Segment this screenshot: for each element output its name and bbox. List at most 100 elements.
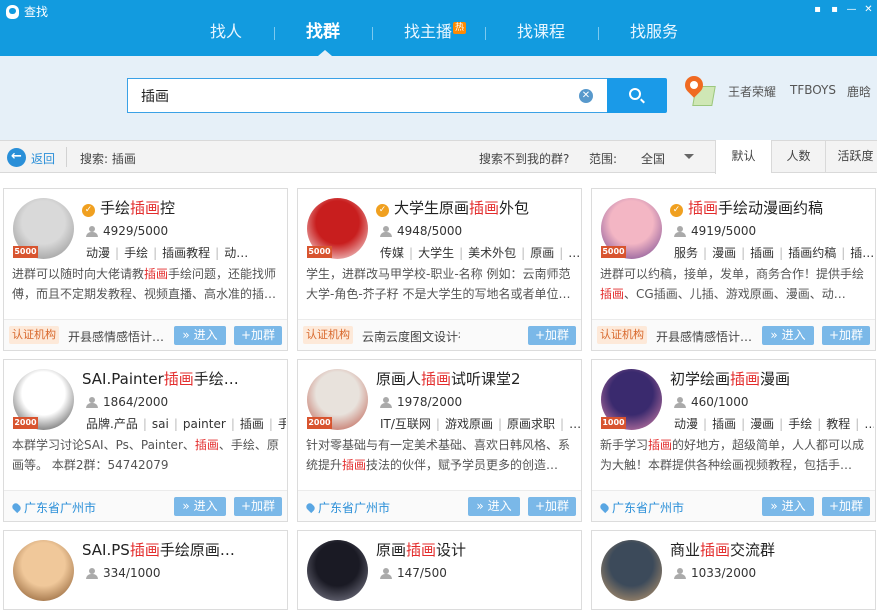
group-card[interactable]: 5000 ✓ 插画手绘动漫画约稿 4919/5000 服务 | 漫画 | 插画 | 插画约稿 |… [591, 188, 876, 351]
member-count-text: 1864/2000 [103, 395, 169, 409]
enter-group-button[interactable]: » 进入 [174, 497, 226, 516]
group-tag[interactable]: 漫画 [712, 246, 736, 260]
group-tag[interactable]: 手… [278, 417, 286, 431]
sort-activity-tab[interactable]: 活跃度 [825, 140, 877, 173]
group-tag[interactable]: 插画 [240, 417, 264, 431]
join-group-button[interactable]: +加群 [528, 497, 576, 516]
group-title[interactable]: 原画插画设计 [376, 539, 576, 560]
group-card[interactable]: 1000 初学绘画插画漫画 460/1000 动漫|插画|漫画|手绘|教程|… … [591, 359, 876, 522]
group-title[interactable]: ✓ 手绘插画控 [82, 197, 282, 218]
group-title[interactable]: ✓ 插画手绘动漫画约稿 [670, 197, 870, 218]
tab-find-people[interactable]: 找人 [210, 18, 242, 48]
group-tag[interactable]: 服务 [674, 246, 698, 260]
group-card[interactable]: 商业插画交流群 1033/2000 [591, 530, 876, 610]
group-card[interactable]: 原画插画设计 147/500 [297, 530, 582, 610]
group-card[interactable]: SAI.PS插画手绘原画… 334/1000 [3, 530, 288, 610]
enter-group-button[interactable]: » 进入 [762, 326, 814, 345]
back-arrow-icon[interactable]: ← [7, 148, 26, 167]
group-card[interactable]: 5000 ✓ 手绘插画控 4929/5000 动漫 | 手绘 | 插画教程 | 动… 进群可以… [3, 188, 288, 351]
group-tag[interactable]: 插画约稿 [788, 246, 836, 260]
group-tag[interactable]: … [864, 417, 874, 431]
hot-word-link[interactable]: TFBOYS [790, 83, 836, 97]
org-name[interactable]: 开县感情感悟计… [68, 328, 166, 345]
group-title[interactable]: ✓ 大学生原画插画外包 [376, 197, 576, 218]
group-tag[interactable]: 插画 [750, 246, 774, 260]
enter-group-button[interactable]: » 进入 [762, 497, 814, 516]
scope-select[interactable]: 全国 [641, 150, 665, 167]
hot-word-link[interactable]: 鹿晗 [847, 83, 871, 100]
join-group-button[interactable]: +加群 [528, 326, 576, 345]
org-name[interactable]: 云南云度图文设计有限公司 [362, 328, 460, 345]
join-group-button[interactable]: +加群 [234, 326, 282, 345]
title-text: 手绘 [100, 199, 131, 217]
title-text: 外包 [499, 199, 530, 217]
group-tag[interactable]: IT/互联网 [380, 417, 431, 431]
tab-find-groups[interactable]: 找群 [306, 18, 340, 48]
description-highlight: 插画 [600, 287, 625, 301]
feedback-icon[interactable]: ▪ [809, 2, 826, 18]
org-name[interactable]: 开县感情感悟计… [656, 328, 754, 345]
tag-separator: | [115, 246, 120, 260]
back-button[interactable]: 返回 [31, 150, 55, 167]
enter-group-button[interactable]: » 进入 [468, 497, 520, 516]
group-tag[interactable]: … [569, 417, 580, 431]
search-input[interactable] [128, 79, 558, 112]
group-tag[interactable]: painter [183, 417, 226, 431]
group-title[interactable]: SAI.PS插画手绘原画… [82, 539, 282, 560]
tab-find-streamers[interactable]: 找主播热 [404, 18, 467, 48]
divider [66, 147, 67, 167]
group-title[interactable]: 原画人插画试听课堂2 [376, 368, 576, 389]
group-tag[interactable]: 原画求职 [507, 417, 555, 431]
close-icon[interactable]: ✕ [860, 2, 877, 18]
not-found-link[interactable]: 搜索不到我的群? [479, 150, 569, 167]
group-tag[interactable]: sai [152, 417, 169, 431]
group-tag[interactable]: 手绘 [788, 417, 812, 431]
group-tag[interactable]: 原画 [530, 246, 554, 260]
chevron-down-icon[interactable] [684, 154, 694, 159]
group-tag[interactable]: 美术外包 [468, 246, 516, 260]
group-tag[interactable]: 传媒 [380, 246, 404, 260]
group-tags: 服务 | 漫画 | 插画 | 插画约稿 | 插… [674, 244, 874, 261]
group-tag[interactable]: … [568, 246, 580, 260]
group-description: 新手学习插画的好地方，超级简单，人人都可以成为大触！本群提供各种绘画视频教程，包… [600, 435, 870, 475]
certified-org-badge: 认证机构 [303, 326, 353, 344]
search-button[interactable] [607, 78, 667, 113]
minimize-icon[interactable]: — [843, 2, 860, 18]
tab-find-services[interactable]: 找服务 [630, 18, 678, 48]
member-count-text: 4919/5000 [691, 224, 757, 238]
join-group-button[interactable]: +加群 [234, 497, 282, 516]
group-tag[interactable]: 插画教程 [162, 246, 210, 260]
group-tag[interactable]: 动漫 [86, 246, 110, 260]
tag-separator: | [435, 417, 440, 431]
group-title[interactable]: 商业插画交流群 [670, 539, 870, 560]
enter-group-button[interactable]: » 进入 [174, 326, 226, 345]
group-tag[interactable]: 品牌.产品 [86, 417, 138, 431]
tab-find-courses[interactable]: 找课程 [517, 18, 565, 48]
hot-word-link[interactable]: 王者荣耀 [728, 83, 776, 100]
group-tag[interactable]: 教程 [826, 417, 850, 431]
group-card[interactable]: 5000 ✓ 大学生原画插画外包 4948/5000 传媒 | 大学生 | 美术外包 | 原画… [297, 188, 582, 351]
sort-default-tab[interactable]: 默认 [715, 140, 771, 174]
group-tag[interactable]: 游戏原画 [445, 417, 493, 431]
join-group-button[interactable]: +加群 [822, 497, 870, 516]
group-tag[interactable]: 插… [850, 246, 874, 260]
group-card[interactable]: 2000 原画人插画试听课堂2 1978/2000 IT/互联网 | 游戏原画 | 原画… [297, 359, 582, 522]
clear-icon[interactable]: ✕ [579, 89, 593, 103]
group-tag[interactable]: 动漫 [674, 417, 698, 431]
tag-separator: | [215, 246, 220, 260]
group-tag[interactable]: 手绘 [124, 246, 148, 260]
group-card[interactable]: 2000 SAI.Painter插画手绘… 1864/2000 品牌.产品 | sa… [3, 359, 288, 522]
window-controls: ▪ ▪ — ✕ [809, 2, 877, 18]
group-tag[interactable]: 大学生 [418, 246, 454, 260]
join-group-button[interactable]: +加群 [822, 326, 870, 345]
group-tag[interactable]: 漫画 [750, 417, 774, 431]
sort-members-tab[interactable]: 人数 [771, 140, 825, 173]
group-tag[interactable]: 插画 [712, 417, 736, 431]
tag-separator: | [559, 246, 564, 260]
group-title[interactable]: 初学绘画插画漫画 [670, 368, 870, 389]
member-count: 334/1000 [86, 566, 161, 580]
skin-icon[interactable]: ▪ [826, 2, 843, 18]
group-tag[interactable]: 动… [224, 246, 248, 260]
title-text: 手绘动漫画约稿 [718, 199, 824, 217]
group-title[interactable]: SAI.Painter插画手绘… [82, 368, 282, 389]
